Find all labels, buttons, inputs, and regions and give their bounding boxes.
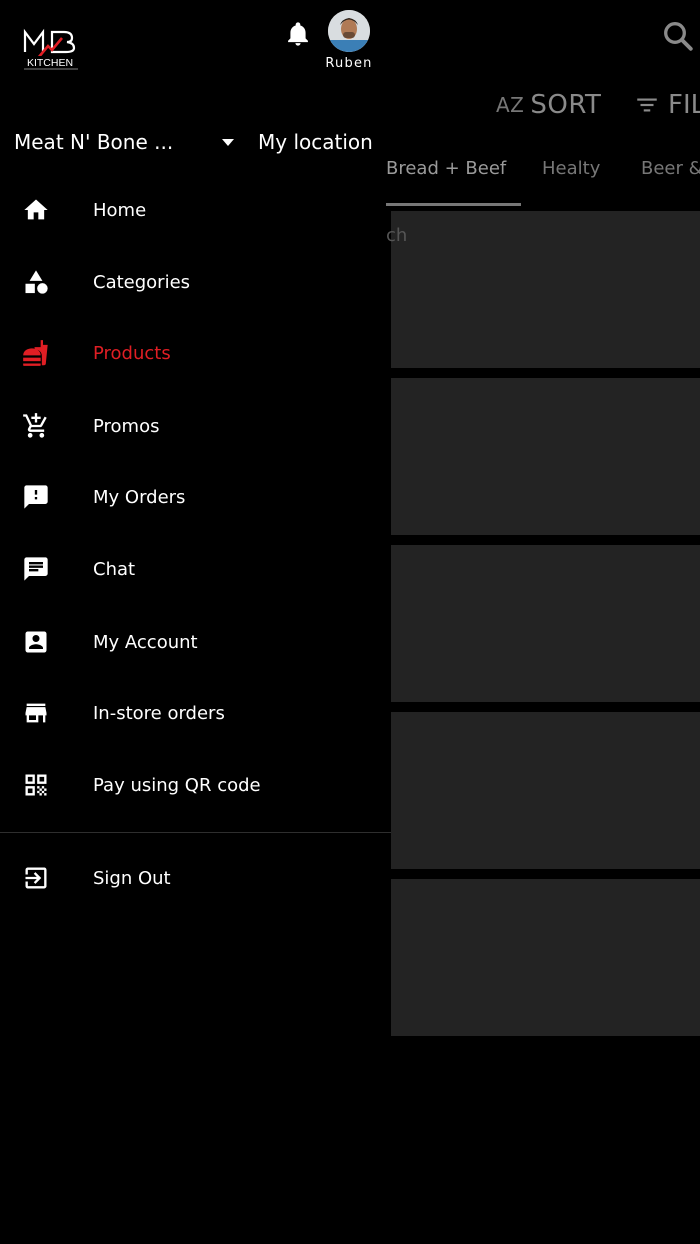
filter-button[interactable]: FIL <box>634 90 700 120</box>
menu-item-label: Chat <box>93 558 136 580</box>
menu-item-in-store-orders[interactable]: In-store orders <box>0 683 391 743</box>
menu-item-label: Pay using QR code <box>93 774 261 796</box>
search-button[interactable] <box>660 18 696 54</box>
menu-item-home[interactable]: Home <box>0 180 391 240</box>
menu-item-chat[interactable]: Chat <box>0 539 391 599</box>
categories-icon <box>22 268 50 296</box>
sort-button[interactable]: AZ SORT <box>496 90 601 120</box>
my-location-button[interactable]: My location <box>258 130 373 154</box>
add-to-cart-icon <box>22 412 50 440</box>
menu-item-products[interactable]: Products <box>0 323 391 383</box>
menu-item-label: Sign Out <box>93 867 171 889</box>
menu-item-label: My Orders <box>93 486 186 508</box>
chat-icon <box>22 555 50 583</box>
tab-healty[interactable]: Healty <box>542 158 600 206</box>
filter-icon <box>637 98 657 112</box>
tab-beer[interactable]: Beer & <box>641 158 700 206</box>
store-icon <box>22 699 50 727</box>
product-card[interactable] <box>391 545 700 702</box>
filter-label: FIL <box>668 90 700 120</box>
product-card[interactable] <box>391 211 700 368</box>
menu-item-label: Products <box>93 342 171 364</box>
store-selector[interactable]: Meat N' Bone ... <box>14 130 234 154</box>
active-tab-indicator <box>386 203 521 206</box>
qr-code-icon <box>22 771 50 799</box>
category-tabs: Bread + Beef Healty Beer & <box>386 158 700 206</box>
sort-label: SORT <box>530 90 602 120</box>
product-card[interactable] <box>391 378 700 535</box>
product-card[interactable] <box>391 712 700 869</box>
menu-item-pay-qr[interactable]: Pay using QR code <box>0 755 391 815</box>
home-icon <box>22 196 50 224</box>
dropdown-arrow-icon <box>222 139 234 146</box>
sort-az-icon: AZ <box>496 93 525 117</box>
menu-item-my-orders[interactable]: My Orders <box>0 467 391 527</box>
menu-item-my-account[interactable]: My Account <box>0 612 391 672</box>
drawer-divider <box>0 832 391 833</box>
sign-out-button[interactable]: Sign Out <box>0 848 391 908</box>
menu-item-label: Categories <box>93 271 191 293</box>
menu-item-label: In-store orders <box>93 702 225 724</box>
exit-icon <box>22 864 50 892</box>
store-name: Meat N' Bone ... <box>14 130 174 154</box>
account-box-icon <box>22 628 50 656</box>
product-card[interactable] <box>391 879 700 1036</box>
menu-item-label: Home <box>93 199 147 221</box>
tab-bread-beef[interactable]: Bread + Beef <box>386 158 506 206</box>
search-icon <box>664 22 693 51</box>
menu-item-label: My Account <box>93 631 198 653</box>
feedback-icon <box>22 483 50 511</box>
menu-item-label: Promos <box>93 415 160 437</box>
menu-item-promos[interactable]: Promos <box>0 396 391 456</box>
menu-item-categories[interactable]: Categories <box>0 252 391 312</box>
navigation-drawer: Meat N' Bone ... My location Home Catego… <box>0 0 391 1244</box>
fastfood-icon <box>22 339 50 367</box>
